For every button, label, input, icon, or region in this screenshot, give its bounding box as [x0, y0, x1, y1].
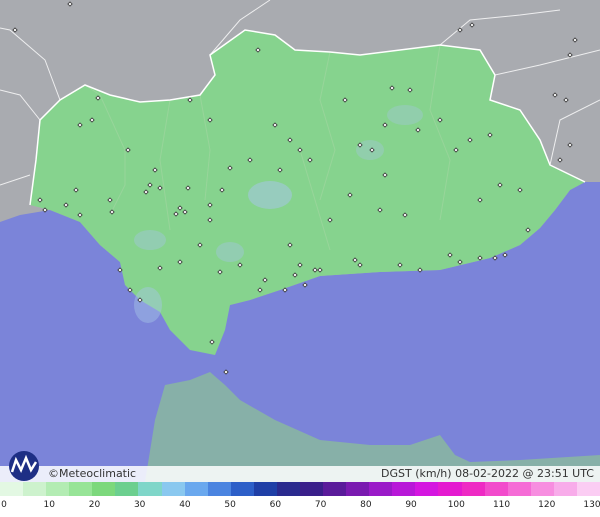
legend-swatch — [415, 482, 439, 496]
legend-swatch — [23, 482, 47, 496]
gust-patch — [134, 287, 162, 323]
legend-swatch — [484, 482, 508, 496]
legend-swatch — [392, 482, 416, 496]
legend-ticks: 0 10 20 30 40 50 60 70 80 90 100 110 120 130 — [0, 498, 600, 514]
legend-swatch — [461, 482, 485, 496]
legend-swatch — [369, 482, 393, 496]
legend-swatch — [300, 482, 324, 496]
legend-tick-label: 40 — [179, 500, 191, 510]
legend-tick-label: 70 — [314, 500, 327, 510]
legend-swatch — [138, 482, 162, 496]
legend-tick-label: 120 — [538, 500, 556, 510]
legend-swatch — [276, 482, 301, 496]
legend-tick-label: 10 — [43, 500, 55, 510]
brand-credit: ©Meteoclimatic — [48, 467, 137, 480]
legend-swatch — [115, 482, 139, 496]
legend-swatch — [184, 482, 208, 496]
legend-tick-label: 100 — [447, 500, 465, 510]
legend-swatch — [576, 482, 600, 496]
map-caption-bar: ©Meteoclimatic DGST (km/h) 08-02-2022 @ … — [0, 451, 600, 482]
legend-tick-label: 50 — [224, 500, 236, 510]
legend-swatch — [346, 482, 370, 496]
legend-swatch — [230, 482, 254, 496]
gust-patch — [248, 181, 292, 209]
legend-swatch — [92, 482, 116, 496]
color-legend: 0 10 20 30 40 50 60 70 80 90 100 110 120 130 — [0, 482, 600, 517]
legend-swatch — [323, 482, 347, 496]
legend-swatch — [207, 482, 231, 496]
legend-swatch — [69, 482, 93, 496]
legend-swatch — [253, 482, 277, 496]
gust-patch — [216, 242, 244, 262]
legend-tick-label: 110 — [492, 500, 511, 510]
legend-swatch — [507, 482, 531, 496]
meteoclimatic-logo — [9, 451, 39, 481]
legend-tick-label: 80 — [360, 500, 372, 510]
legend-swatch — [530, 482, 554, 496]
map-timestamp: DGST (km/h) 08-02-2022 @ 23:51 UTC — [381, 467, 594, 480]
legend-swatch — [438, 482, 462, 496]
legend-tick-label: 90 — [405, 500, 417, 510]
gust-patch — [387, 105, 423, 125]
legend-swatches — [0, 482, 600, 496]
legend-tick-label: 60 — [269, 500, 282, 510]
legend-tick-label: 20 — [88, 500, 101, 510]
gust-patch — [134, 230, 166, 250]
legend-swatch — [46, 482, 70, 496]
legend-swatch — [0, 482, 24, 496]
legend-swatch — [161, 482, 185, 496]
legend-tick-label: 0 — [1, 500, 7, 510]
wind-gust-map — [0, 0, 600, 482]
legend-tick-label: 130 — [583, 500, 600, 510]
legend-tick-label: 30 — [133, 500, 146, 510]
legend-swatch — [553, 482, 577, 496]
